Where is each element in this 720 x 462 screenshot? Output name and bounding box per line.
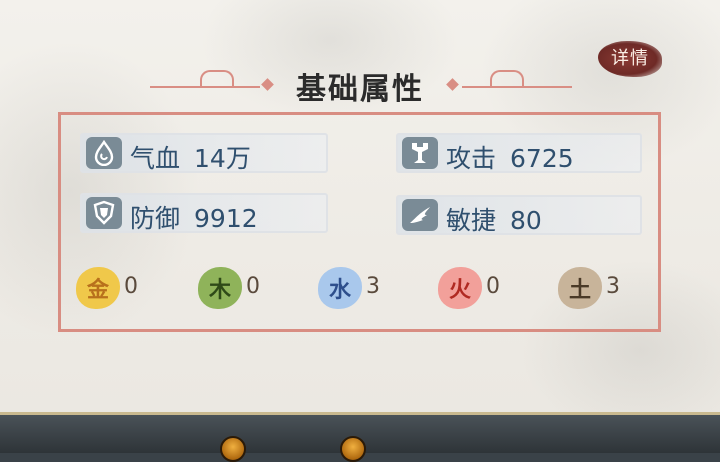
element-count: 0 (486, 274, 500, 299)
fire-element-icon: 火 (438, 267, 482, 309)
element-count: 0 (124, 274, 138, 299)
attack-icon (402, 137, 438, 169)
agility-wing-icon (402, 199, 438, 231)
earth-element-icon: 土 (558, 267, 602, 309)
title-decor-line-right (462, 86, 572, 88)
section-header: 基础属性 (0, 58, 720, 108)
stat-label: 攻击 (446, 144, 497, 173)
blood-drop-icon (86, 137, 122, 169)
title-decor-curl-right (490, 70, 524, 86)
element-count: 3 (366, 274, 380, 299)
element-earth: 土 3 (558, 263, 628, 313)
shield-icon (86, 197, 122, 229)
stat-agility: 敏捷 80 (396, 195, 642, 235)
stat-label: 防御 (130, 204, 181, 233)
attribute-panel: 详情 基础属性 气血 14万 攻击 6725 防御 9912 敏捷 80 金 0… (0, 0, 720, 412)
stat-attack: 攻击 6725 (396, 133, 642, 173)
stat-agility-text: 敏捷 80 (446, 201, 542, 237)
stat-value: 6725 (510, 144, 574, 173)
stat-label: 敏捷 (446, 206, 497, 235)
element-water: 水 3 (318, 263, 388, 313)
metal-element-icon: 金 (76, 267, 120, 309)
stat-value: 14万 (194, 144, 251, 173)
lantern-icon (340, 436, 366, 462)
stat-label: 气血 (130, 144, 181, 173)
stat-hp-text: 气血 14万 (130, 139, 251, 175)
element-count: 3 (606, 274, 620, 299)
stat-defense-text: 防御 9912 (130, 199, 258, 235)
element-count: 0 (246, 274, 260, 299)
stat-defense: 防御 9912 (80, 193, 328, 233)
element-fire: 火 0 (438, 263, 508, 313)
element-metal: 金 0 (76, 263, 146, 313)
stat-attack-text: 攻击 6725 (446, 139, 574, 175)
water-element-icon: 水 (318, 267, 362, 309)
lantern-icon (220, 436, 246, 462)
wood-element-icon: 木 (198, 267, 242, 309)
stat-hp: 气血 14万 (80, 133, 328, 173)
stat-value: 9912 (194, 204, 258, 233)
page-title: 基础属性 (296, 72, 424, 107)
stat-value: 80 (510, 206, 542, 235)
element-wood: 木 0 (198, 263, 268, 313)
